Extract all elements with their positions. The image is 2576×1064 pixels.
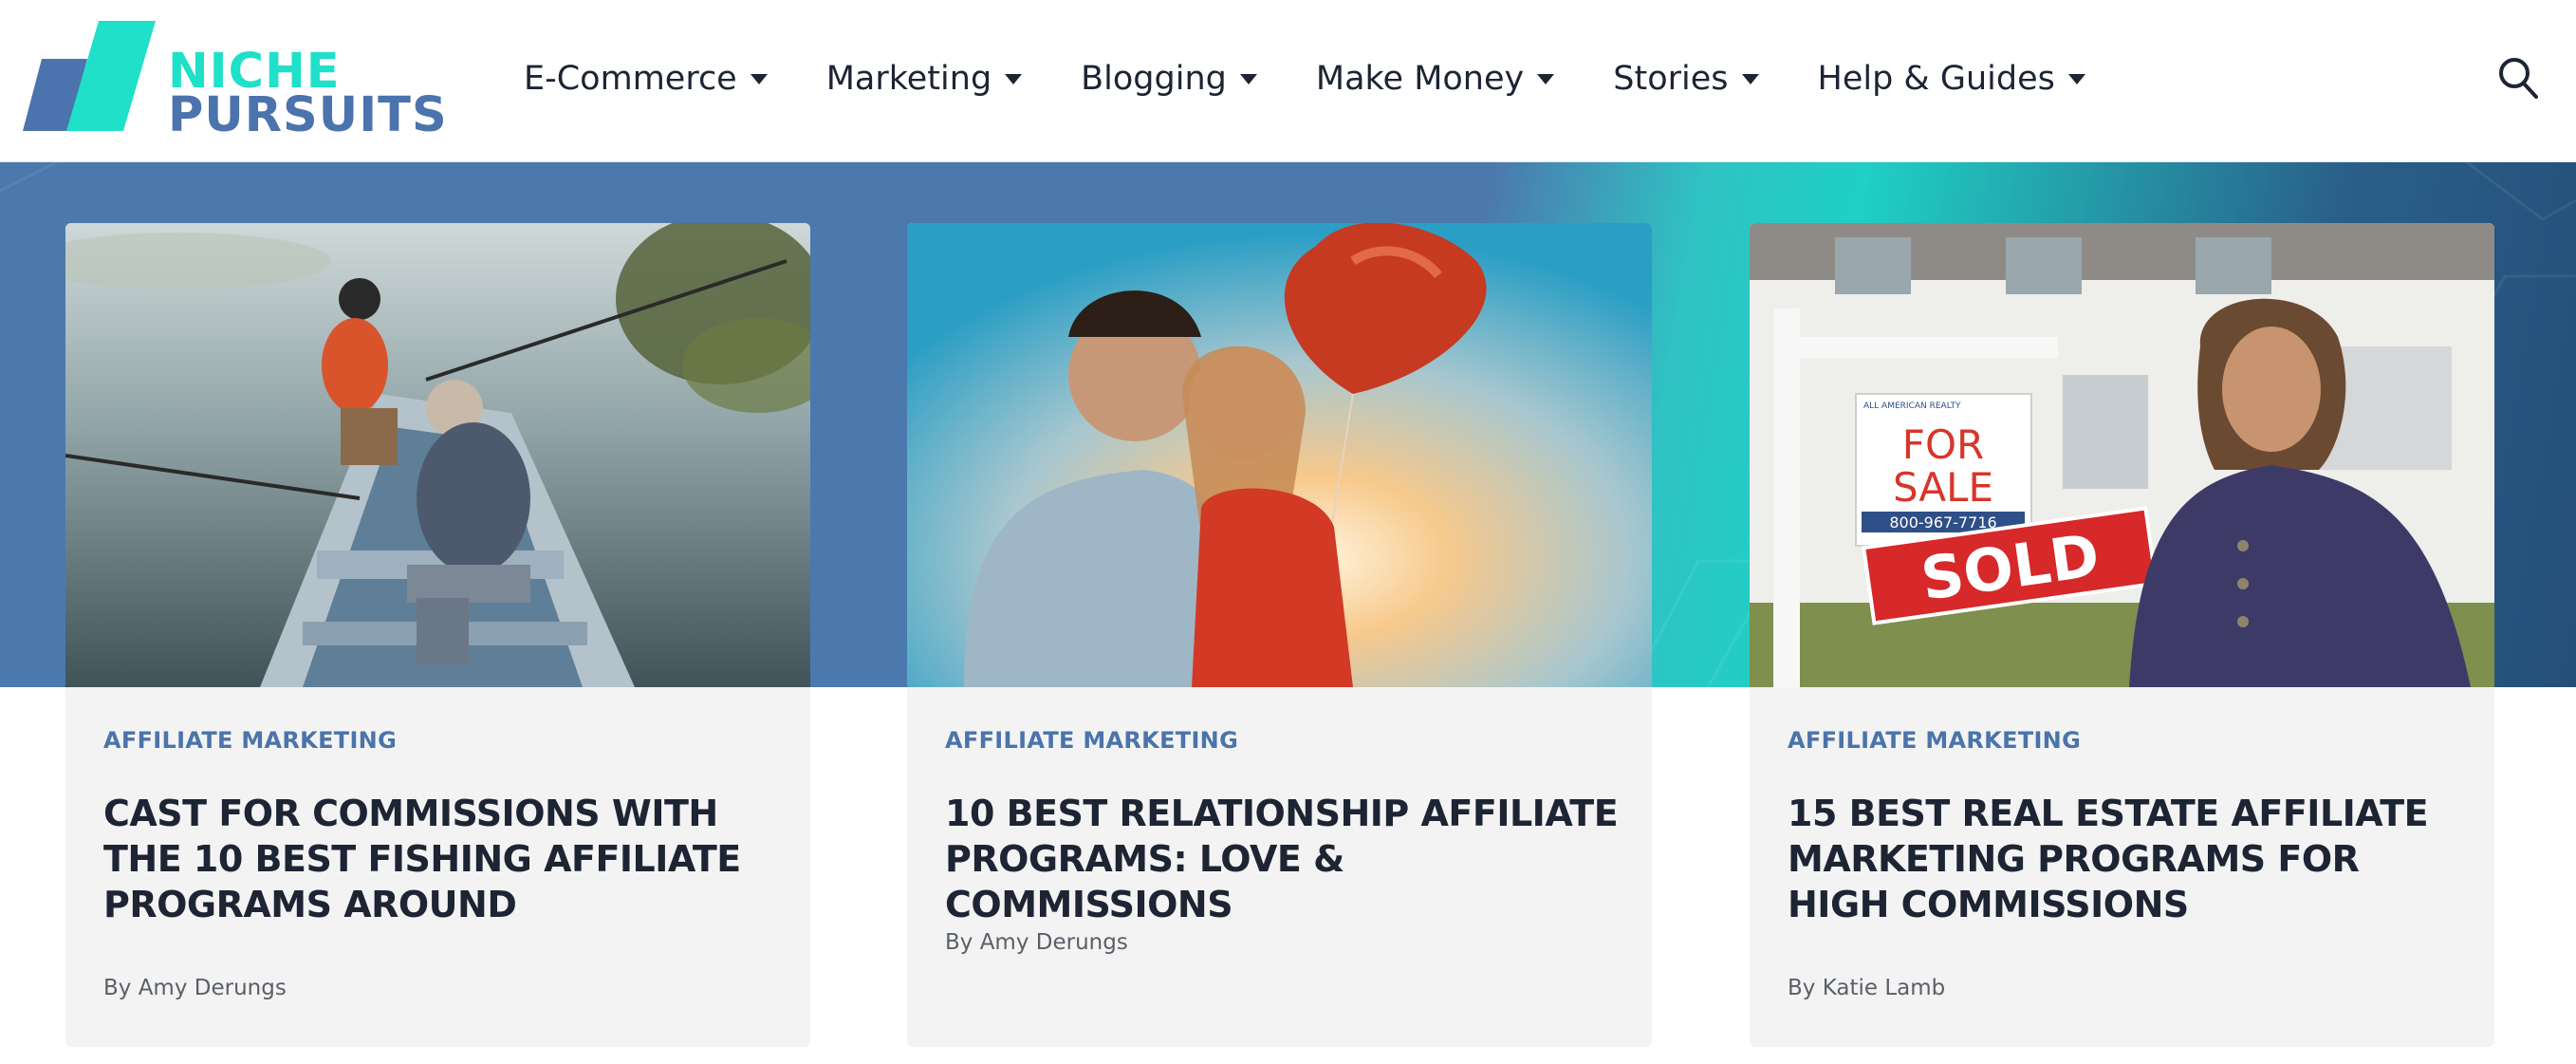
nav-item-stories[interactable]: Stories [1613,55,1759,103]
article-title-link[interactable]: CAST FOR COMMISSIONS WITH THE 10 BEST FI… [103,791,782,927]
logo-text-pursuits: PURSUITS [168,87,448,143]
caret-down-icon [1239,73,1257,84]
article-card-2[interactable]: AFFILIATE MARKETING 10 BEST RELATIONSHIP… [907,223,1652,1047]
caret-down-icon [2067,73,2085,84]
nav-item-make-money[interactable]: Make Money [1315,55,1555,103]
nav-item-label: Blogging [1081,60,1227,98]
logo-mark-icon [23,21,156,131]
site-header: NICHE PURSUITS E-Commerce Marketing Blog… [0,0,2576,162]
search-icon [2499,58,2538,99]
caret-down-icon [1537,73,1555,84]
article-card-3[interactable]: ALL AMERICAN REALTY FOR SALE 800-967-771… [1750,223,2494,1047]
nav-item-label: E-Commerce [524,60,737,98]
article-category-link[interactable]: AFFILIATE MARKETING [1788,727,2081,754]
nav-item-ecommerce[interactable]: E-Commerce [524,55,768,103]
caret-down-icon [1005,73,1023,84]
article-author: By Katie Lamb [1788,976,1946,1000]
caret-down-icon [750,73,768,84]
article-image-relationship[interactable] [907,223,1652,687]
article-title-link[interactable]: 15 BEST REAL ESTATE AFFILIATE MARKETING … [1788,791,2466,927]
article-author: By Amy Derungs [103,976,287,1000]
sign-phone-text: 800-967-7716 [1889,513,1996,532]
article-category-link[interactable]: AFFILIATE MARKETING [103,727,397,754]
nav-item-label: Help & Guides [1817,60,2055,98]
site-logo[interactable]: NICHE PURSUITS [21,19,453,143]
article-card-1[interactable]: AFFILIATE MARKETING CAST FOR COMMISSIONS… [65,223,810,1047]
search-button[interactable] [2497,55,2539,101]
nav-item-label: Stories [1613,60,1729,98]
couple-photo [907,223,1652,687]
nav-item-label: Make Money [1315,60,1525,98]
sign-for-text: FOR [1902,421,1984,468]
article-image-fishing[interactable] [65,223,810,687]
article-title-link[interactable]: 10 BEST RELATIONSHIP AFFILIATE PROGRAMS:… [945,791,1623,927]
fishing-photo [65,223,810,687]
nav-item-marketing[interactable]: Marketing [825,55,1023,103]
sign-realty-text: ALL AMERICAN REALTY [1863,401,1961,411]
realtor-photo: ALL AMERICAN REALTY FOR SALE 800-967-771… [1750,223,2494,687]
sign-sale-text: SALE [1893,464,1993,511]
article-image-real-estate[interactable]: ALL AMERICAN REALTY FOR SALE 800-967-771… [1750,223,2494,687]
nav-item-help-guides[interactable]: Help & Guides [1818,55,2085,103]
article-author: By Amy Derungs [945,930,1128,955]
caret-down-icon [1741,73,1759,84]
nav-item-blogging[interactable]: Blogging [1081,55,1257,103]
nav-item-label: Marketing [825,60,992,98]
main-nav: E-Commerce Marketing Blogging Make Money… [524,55,2085,103]
article-category-link[interactable]: AFFILIATE MARKETING [945,727,1238,754]
